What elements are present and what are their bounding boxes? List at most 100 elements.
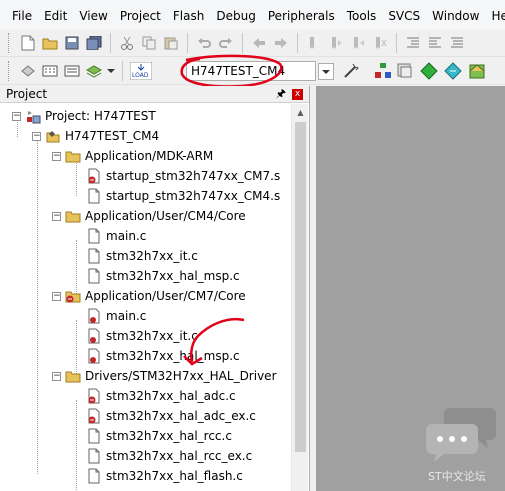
- run-time-env-icon[interactable]: [444, 62, 462, 80]
- tree-file[interactable]: stm32h7xx_hal_rcc.c: [86, 426, 232, 446]
- chevron-down-icon[interactable]: [107, 62, 115, 80]
- c-file-icon: [86, 428, 102, 444]
- save-all-icon[interactable]: [85, 34, 103, 52]
- c-file-icon: [86, 448, 102, 464]
- target-options-icon[interactable]: [342, 62, 360, 80]
- menu-window[interactable]: Window: [426, 9, 485, 23]
- menu-edit[interactable]: Edit: [38, 9, 73, 23]
- tree-file[interactable]: startup_stm32h747xx_CM7.s: [86, 166, 280, 186]
- c-file-excluded-icon: [86, 308, 102, 324]
- indent-icon[interactable]: [404, 34, 422, 52]
- copy-icon[interactable]: [140, 34, 158, 52]
- menu-peripherals[interactable]: Peripherals: [262, 9, 341, 23]
- new-file-icon[interactable]: [19, 34, 37, 52]
- file-name: stm32h7xx_hal_adc.c: [106, 389, 236, 403]
- menu-flash[interactable]: Flash: [167, 9, 210, 23]
- tree-connector: [76, 400, 77, 491]
- tree-project-root[interactable]: − Project: H747TEST: [12, 106, 156, 126]
- menu-svcs[interactable]: SVCS: [382, 9, 426, 23]
- tree-file[interactable]: startup_stm32h747xx_CM4.s: [86, 186, 280, 206]
- nav-forward-icon[interactable]: [272, 34, 290, 52]
- project-tree: − Project: H747TEST − H747TEST_CM4 − App…: [0, 104, 290, 491]
- toolbar-separator: [297, 33, 298, 53]
- tree-file[interactable]: stm32h7xx_hal_msp.c: [86, 266, 240, 286]
- select-packs-icon[interactable]: [420, 62, 438, 80]
- folder-icon: [65, 208, 81, 224]
- redo-icon[interactable]: [217, 34, 235, 52]
- unindent-icon[interactable]: [426, 34, 444, 52]
- clear-bookmarks-icon[interactable]: [371, 34, 389, 52]
- scroll-thumb[interactable]: [295, 122, 306, 452]
- batch-build-icon[interactable]: [85, 62, 103, 80]
- comment-icon[interactable]: [448, 34, 466, 52]
- rebuild-icon[interactable]: [63, 62, 81, 80]
- file-name: stm32h7xx_hal_flash.c: [106, 469, 243, 483]
- file-name: stm32h7xx_hal_msp.c: [106, 269, 240, 283]
- collapse-toggle[interactable]: −: [52, 291, 61, 301]
- toolbar-separator: [187, 33, 188, 53]
- collapse-toggle[interactable]: −: [32, 131, 41, 141]
- folder-excluded-icon: [65, 288, 81, 304]
- tree-file[interactable]: stm32h7xx_hal_flash.c: [86, 466, 243, 486]
- target-dropdown-arrow[interactable]: [318, 63, 334, 80]
- collapse-toggle[interactable]: −: [12, 111, 21, 121]
- tree-file[interactable]: stm32h7xx_hal_adc_ex.c: [86, 406, 256, 426]
- menu-debug[interactable]: Debug: [210, 9, 261, 23]
- toolbar-grip[interactable]: [8, 60, 11, 81]
- next-bookmark-icon[interactable]: [349, 34, 367, 52]
- open-folder-icon[interactable]: [41, 34, 59, 52]
- collapse-toggle[interactable]: −: [52, 151, 61, 161]
- cut-icon[interactable]: [118, 34, 136, 52]
- file-name: startup_stm32h747xx_CM4.s: [106, 189, 281, 203]
- collapse-toggle[interactable]: −: [52, 371, 61, 381]
- translate-icon[interactable]: [19, 62, 37, 80]
- build-icon[interactable]: [41, 62, 59, 80]
- tree-file[interactable]: stm32h7xx_it.c: [86, 246, 198, 266]
- manage-components-icon[interactable]: [374, 62, 392, 80]
- tree-group[interactable]: − Application/User/CM7/Core: [52, 286, 246, 306]
- file-name: stm32h7xx_hal_rcc_ex.c: [106, 449, 253, 463]
- pin-icon[interactable]: 🖈: [276, 85, 286, 104]
- menu-file[interactable]: File: [0, 9, 38, 23]
- save-icon[interactable]: [63, 34, 81, 52]
- c-file-excluded-icon: [86, 348, 102, 364]
- bookmark-icon[interactable]: [305, 34, 323, 52]
- c-file-excluded-icon: [86, 408, 102, 424]
- tree-target[interactable]: − H747TEST_CM4: [32, 126, 159, 146]
- toolbar-grip[interactable]: [8, 33, 11, 53]
- collapse-toggle[interactable]: −: [52, 211, 61, 221]
- menu-help[interactable]: Help: [485, 9, 505, 23]
- tree-file[interactable]: stm32h7xx_hal_adc.c: [86, 386, 236, 406]
- tree-file[interactable]: stm32h7xx_hal_rcc_ex.c: [86, 446, 252, 466]
- svg-text:LOAD: LOAD: [132, 72, 149, 79]
- tree-file[interactable]: main.c: [86, 226, 146, 246]
- paste-icon[interactable]: [162, 34, 180, 52]
- folder-icon: [65, 148, 81, 164]
- group-name: Application/MDK-ARM: [85, 149, 214, 163]
- tree-group[interactable]: − Application/MDK-ARM: [52, 146, 213, 166]
- menu-project[interactable]: Project: [114, 9, 167, 23]
- scroll-up-icon[interactable]: ▲: [292, 104, 309, 121]
- folder-icon: [65, 368, 81, 384]
- tree-group[interactable]: − Application/User/CM4/Core: [52, 206, 246, 226]
- undo-icon[interactable]: [195, 34, 213, 52]
- nav-back-icon[interactable]: [250, 34, 268, 52]
- project-panel: Project 🖈 x − Project: H747TEST − H747TE…: [0, 86, 310, 491]
- tree-group[interactable]: − Drivers/STM32H7xx_HAL_Driver: [52, 366, 277, 386]
- project-panel-header: Project 🖈 x: [0, 86, 309, 103]
- close-icon[interactable]: x: [292, 88, 303, 100]
- tree-file[interactable]: main.c: [86, 306, 146, 326]
- file-name: stm32h7xx_hal_rcc.c: [106, 429, 232, 443]
- group-name: Drivers/STM32H7xx_HAL_Driver: [85, 369, 277, 383]
- pack-icon[interactable]: [468, 62, 486, 80]
- tree-scrollbar[interactable]: ▲: [291, 104, 308, 491]
- menu-view[interactable]: View: [73, 9, 113, 23]
- load-download-button[interactable]: LOAD: [130, 61, 152, 80]
- menu-tools[interactable]: Tools: [341, 9, 383, 23]
- tree-connector: [37, 140, 38, 474]
- c-file-excluded-icon: [86, 328, 102, 344]
- pack-installer-icon[interactable]: [396, 62, 414, 80]
- prev-bookmark-icon[interactable]: [327, 34, 345, 52]
- project-name: Project: H747TEST: [45, 109, 156, 123]
- c-file-icon: [86, 228, 102, 244]
